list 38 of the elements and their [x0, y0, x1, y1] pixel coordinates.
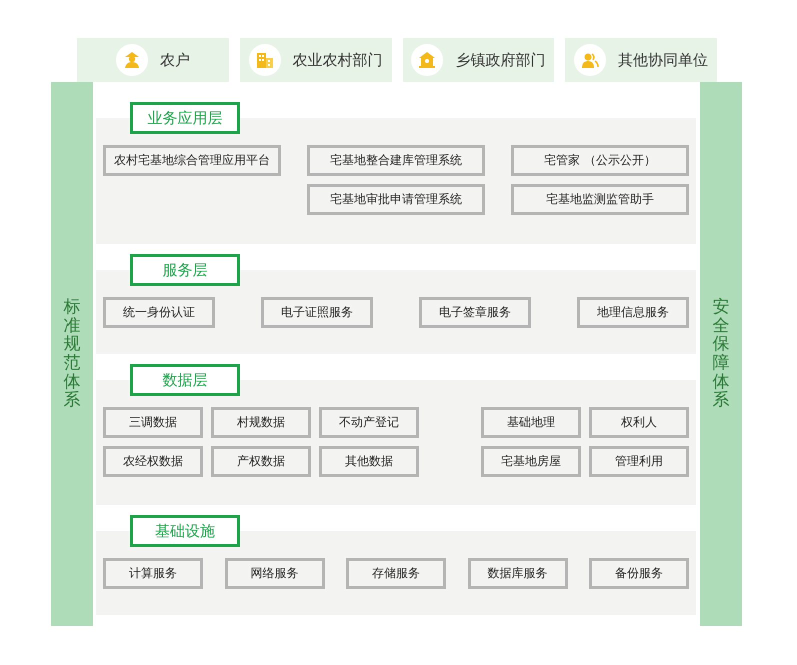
user-label: 农户: [160, 50, 190, 70]
module-box: 其他数据: [319, 446, 419, 477]
buildings-icon: [256, 51, 274, 69]
module-box: 管理利用: [589, 446, 689, 477]
module-box: 计算服务: [103, 558, 203, 589]
module-box: 电子签章服务: [419, 297, 531, 328]
user-label: 农业农村部门: [292, 50, 383, 70]
module-box: 宅基地审批申请管理系统: [307, 184, 485, 215]
layer-title: 数据层: [130, 364, 240, 396]
module-box: 村规数据: [211, 407, 311, 438]
module-box: 网络服务: [224, 558, 324, 589]
module-box: 宅基地监测监管助手: [511, 184, 689, 215]
module-box: 产权数据: [211, 446, 311, 477]
user-label: 其他协同单位: [618, 50, 708, 70]
module-box: 基础地理: [481, 407, 581, 438]
module-box: 电子证照服务: [261, 297, 373, 328]
module-box: 存储服务: [346, 558, 446, 589]
layer-title: 业务应用层: [130, 102, 240, 134]
module-box: 农经权数据: [103, 446, 203, 477]
person-icon: [122, 51, 141, 69]
module-box: 宅管家 （公示公开）: [511, 145, 689, 176]
module-box: 地理信息服务: [577, 297, 689, 328]
pillar-label: 标准规范体系: [64, 298, 80, 410]
module-box: 三调数据: [103, 407, 203, 438]
user-label: 乡镇政府部门: [455, 50, 546, 70]
module-box: 宅基地整合建库管理系统: [307, 145, 485, 176]
module-box: 农村宅基地综合管理应用平台: [103, 145, 281, 176]
layer-title: 服务层: [130, 254, 240, 286]
module-box: 权利人: [589, 407, 689, 438]
layer-title: 基础设施: [130, 515, 240, 547]
pillar-label: 安全保障体系: [712, 298, 730, 410]
module-box: 备份服务: [589, 558, 689, 589]
module-box: 数据库服务: [468, 558, 568, 589]
people-icon: [581, 51, 600, 69]
house-icon: [418, 51, 436, 69]
module-box: 统一身份认证: [103, 297, 215, 328]
module-box: 不动产登记: [319, 407, 419, 438]
module-box: 宅基地房屋: [481, 446, 581, 477]
